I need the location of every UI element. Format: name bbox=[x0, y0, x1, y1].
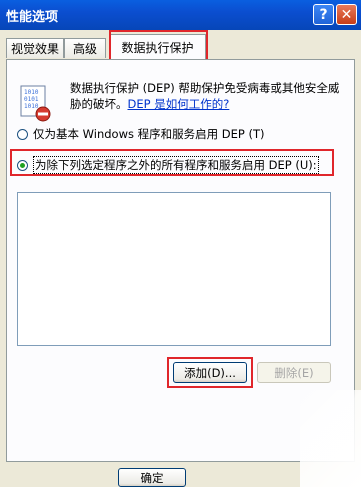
window-title: 性能选项 bbox=[6, 10, 59, 25]
option-basic-only[interactable]: 仅为基本 Windows 程序和服务启用 DEP (T) bbox=[17, 126, 265, 142]
radio-basic-only[interactable] bbox=[17, 128, 28, 140]
radio-all-except[interactable] bbox=[17, 159, 28, 171]
dep-help-link[interactable]: DEP 是如何工作的? bbox=[128, 97, 230, 111]
tab-visual-effects[interactable]: 视觉效果 bbox=[6, 38, 64, 58]
help-button[interactable]: ? bbox=[313, 4, 334, 25]
tab-advanced[interactable]: 高级 bbox=[64, 38, 106, 58]
dep-description: 数据执行保护 (DEP) 帮助保护免受病毒或其他安全威胁的破坏。DEP 是如何工… bbox=[70, 80, 350, 112]
option-all-except-label: 为除下列选定程序之外的所有程序和服务启用 DEP (U): bbox=[33, 156, 319, 174]
svg-text:0101: 0101 bbox=[24, 96, 39, 103]
tab-dep[interactable]: 数据执行保护 bbox=[109, 34, 206, 60]
dep-icon: 1010 0101 1010 bbox=[17, 84, 51, 124]
add-button[interactable]: 添加(D)... bbox=[173, 362, 247, 383]
svg-text:1010: 1010 bbox=[24, 89, 39, 96]
help-icon: ? bbox=[319, 6, 328, 23]
svg-text:1010: 1010 bbox=[24, 103, 39, 110]
option-all-except[interactable]: 为除下列选定程序之外的所有程序和服务启用 DEP (U): bbox=[17, 156, 319, 174]
title-bar: 性能选项 ? ✕ bbox=[0, 0, 361, 30]
watermark-overlay bbox=[300, 390, 361, 487]
tab-strip: 视觉效果 高级 数据执行保护 bbox=[0, 30, 361, 60]
close-button[interactable]: ✕ bbox=[336, 4, 357, 25]
close-icon: ✕ bbox=[340, 6, 353, 23]
option-basic-only-label: 仅为基本 Windows 程序和服务启用 DEP (T) bbox=[33, 127, 265, 141]
remove-button[interactable]: 删除(E) bbox=[257, 362, 331, 383]
ok-button[interactable]: 确定 bbox=[118, 468, 186, 487]
exception-program-list[interactable] bbox=[17, 192, 331, 346]
